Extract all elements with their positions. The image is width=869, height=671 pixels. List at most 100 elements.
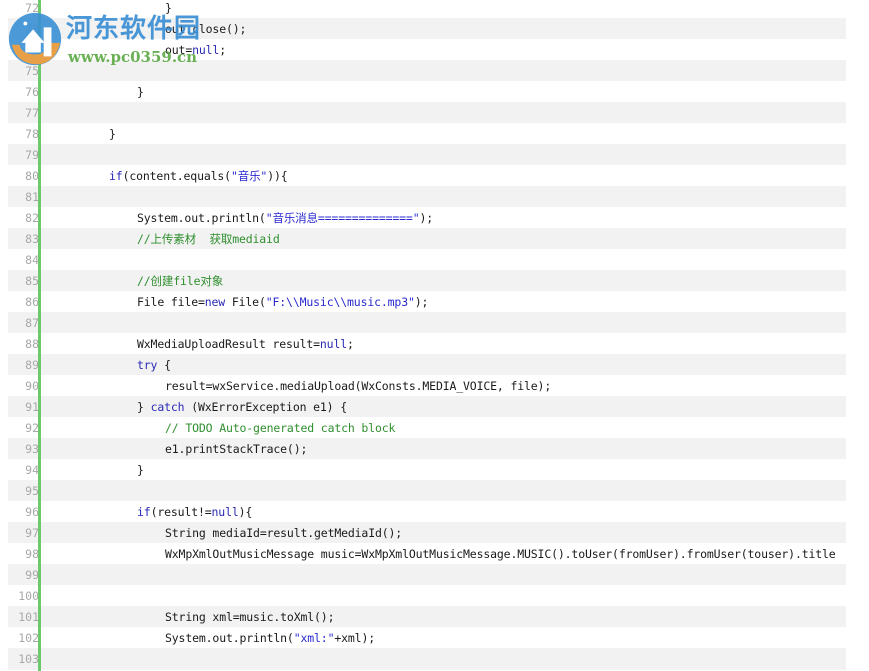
code-line[interactable]: 99 — [8, 564, 854, 586]
comment-token: //上传素材 获取mediaid — [137, 231, 280, 246]
code-token: out.close(); — [165, 21, 247, 36]
code-token: e1.printStackTrace(); — [165, 441, 308, 456]
keyword-token: null — [192, 42, 220, 57]
line-number: 78 — [25, 126, 39, 141]
code-line[interactable]: 72} — [8, 0, 854, 18]
comment-token: // TODO Auto-generated catch block — [165, 420, 396, 435]
code-line[interactable]: 76} — [8, 81, 854, 102]
code-text: } — [109, 127, 116, 141]
code-line[interactable]: 83 //上传素材 获取mediaid — [8, 228, 854, 250]
string-token: "音乐消息==============" — [265, 210, 420, 225]
code-token: out= — [165, 42, 193, 57]
keyword-token: null — [211, 504, 239, 519]
code-line[interactable]: 98 WxMpXmlOutMusicMessage music=WxMpXmlOu… — [8, 543, 854, 564]
line-number: 100 — [18, 588, 39, 603]
string-token: "xml:" — [293, 630, 335, 645]
code-line[interactable]: 101 String xml=music.toXml(); — [8, 606, 854, 628]
code-token: System.out.println( — [165, 630, 294, 645]
line-number: 99 — [25, 567, 39, 582]
editor-right-margin — [846, 0, 869, 671]
line-number: 83 — [25, 231, 39, 246]
code-line[interactable]: 100 — [8, 585, 854, 606]
line-number: 76 — [25, 84, 39, 99]
line-number: 101 — [18, 609, 39, 624]
code-line[interactable]: 82 System.out.println("音乐消息==============… — [8, 207, 854, 228]
code-token: (content.equals( — [122, 168, 232, 183]
keyword-token: try — [137, 357, 158, 372]
line-number: 89 — [25, 357, 39, 372]
code-line[interactable]: 86 File file=new File("F:\\Music\\music.m… — [8, 291, 854, 312]
code-line[interactable]: 102 System.out.println("xml:"+xml); — [8, 627, 854, 648]
line-number: 74 — [25, 42, 39, 57]
line-number: 95 — [25, 483, 39, 498]
code-text: result=wxService.mediaUpload(WxConsts.ME… — [165, 379, 551, 393]
code-token: } — [165, 0, 172, 15]
code-line[interactable]: 95 — [8, 480, 854, 502]
code-token: +xml); — [334, 630, 376, 645]
line-number: 73 — [25, 21, 39, 36]
code-line[interactable]: 92 // TODO Auto-generated catch block — [8, 417, 854, 438]
code-line[interactable]: 85 //创建file对象 — [8, 270, 854, 292]
code-text: } — [137, 85, 144, 99]
code-text: if(result!=null){ — [137, 505, 252, 519]
gutter-border — [38, 0, 41, 671]
code-line[interactable]: 84 — [8, 249, 854, 270]
code-line[interactable]: 75 — [8, 60, 854, 82]
line-number: 85 — [25, 273, 39, 288]
comment-token: //创建file对象 — [137, 273, 224, 288]
code-text: } — [165, 1, 172, 15]
code-text: } catch (WxErrorException e1) { — [137, 400, 347, 414]
code-text: out.close(); — [165, 22, 246, 36]
code-text: WxMediaUploadResult result=null; — [137, 337, 354, 351]
code-token: } — [137, 399, 151, 414]
code-token: WxMediaUploadResult result= — [137, 336, 320, 351]
keyword-token: new — [204, 294, 226, 309]
code-token: File( — [225, 294, 266, 309]
code-text: //创建file对象 — [137, 273, 223, 289]
code-line[interactable]: 73 out.close(); — [8, 18, 854, 40]
code-line[interactable]: 79 — [8, 144, 854, 166]
code-token: File file= — [137, 294, 205, 309]
line-number: 79 — [25, 147, 39, 162]
line-number: 80 — [25, 168, 39, 183]
code-text: String mediaId=result.getMediaId(); — [165, 526, 402, 540]
code-text: //上传素材 获取mediaid — [137, 231, 280, 247]
code-line[interactable]: 88 WxMediaUploadResult result=null; — [8, 333, 854, 354]
line-number: 96 — [25, 504, 39, 519]
code-line[interactable]: 97 String mediaId=result.getMediaId(); — [8, 522, 854, 544]
code-text: } — [137, 463, 144, 477]
code-line[interactable]: 103 — [8, 648, 854, 670]
line-number: 86 — [25, 294, 39, 309]
keyword-token: if — [109, 168, 123, 183]
code-token: result=wxService.mediaUpload(WxConsts.ME… — [165, 378, 552, 393]
code-token: ; — [347, 336, 354, 351]
code-line[interactable]: 91} catch (WxErrorException e1) { — [8, 396, 854, 418]
code-line[interactable]: 78} — [8, 123, 854, 144]
code-editor[interactable]: 72} 73 out.close(); 74 out=null; 75 76} 77 78} 79… — [8, 0, 854, 670]
code-token: ; — [219, 42, 226, 57]
code-line[interactable]: 89 try { — [8, 354, 854, 376]
code-line[interactable]: 93 e1.printStackTrace(); — [8, 438, 854, 460]
code-line[interactable]: 94} — [8, 459, 854, 480]
code-line[interactable]: 90 result=wxService.mediaUpload(WxConsts.… — [8, 375, 854, 396]
line-number: 82 — [25, 210, 39, 225]
code-line[interactable]: 87 — [8, 312, 854, 334]
code-token: } — [137, 462, 144, 477]
code-line[interactable]: 96 if(result!=null){ — [8, 501, 854, 522]
code-text: System.out.println("xml:"+xml); — [165, 631, 375, 645]
code-line[interactable]: 80 if(content.equals("音乐")){ — [8, 165, 854, 186]
line-number: 103 — [18, 651, 39, 666]
code-token: } — [109, 126, 116, 141]
code-text: out=null; — [165, 43, 226, 57]
code-line[interactable]: 74 out=null; — [8, 39, 854, 60]
line-number: 88 — [25, 336, 39, 351]
line-number: 94 — [25, 462, 39, 477]
code-text: String xml=music.toXml(); — [165, 610, 334, 624]
code-line[interactable]: 77 — [8, 102, 854, 124]
code-token: String mediaId=result.getMediaId(); — [165, 525, 403, 540]
code-token: WxMpXmlOutMusicMessage music=WxMpXmlOutM… — [165, 546, 836, 561]
string-token: "F:\\Music\\music.mp3" — [265, 294, 415, 309]
code-token: ); — [414, 294, 429, 309]
code-line[interactable]: 81 — [8, 186, 854, 208]
code-token: { — [157, 357, 171, 372]
